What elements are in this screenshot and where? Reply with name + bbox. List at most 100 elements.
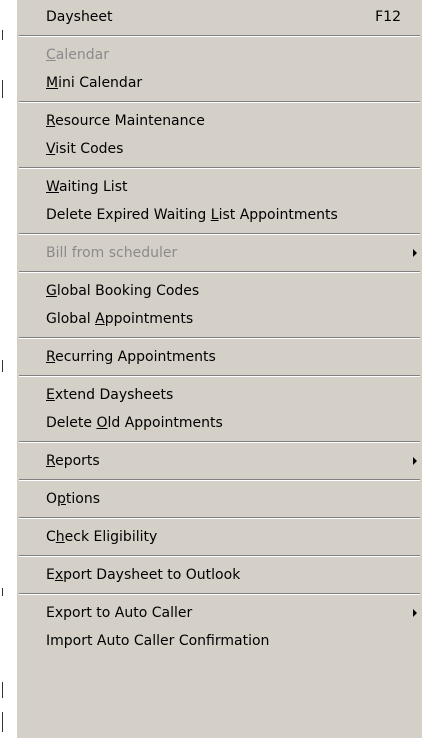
label-text: ecurring Appointments <box>55 349 216 365</box>
menu-item-extend-daysheets[interactable]: Extend Daysheets <box>17 381 422 409</box>
menu-item-label: Bill from scheduler <box>46 245 177 261</box>
label-text: eports <box>55 453 100 469</box>
label-text: esource Maintenance <box>55 113 205 129</box>
label-text: Export to Auto Caller <box>46 605 193 621</box>
menu-item-mini-calendar[interactable]: Mini Calendar <box>17 69 422 97</box>
submenu-arrow-icon <box>413 609 417 617</box>
menu-separator <box>17 267 422 277</box>
menu-item-waiting-list[interactable]: Waiting List <box>17 173 422 201</box>
menu-item-label: Recurring Appointments <box>46 349 216 365</box>
menu-item-label: Export Daysheet to Outlook <box>46 567 240 583</box>
edge-mark <box>2 80 3 98</box>
label-text: alendar <box>55 47 109 63</box>
menu-item-label: Visit Codes <box>46 141 123 157</box>
edge-mark <box>2 712 3 732</box>
edge-mark <box>2 30 3 40</box>
access-key: C <box>46 47 56 63</box>
label-text: ist Appointments <box>218 207 338 223</box>
access-key: G <box>46 283 57 299</box>
access-key: L <box>210 207 219 223</box>
menu-item-visit-codes[interactable]: Visit Codes <box>17 135 422 163</box>
menu-item-label: Import Auto Caller Confirmation <box>46 633 269 649</box>
menu-item-label: Export to Auto Caller <box>46 605 192 621</box>
menu-separator <box>17 475 422 485</box>
label-text: ld Appointments <box>107 415 223 431</box>
access-key: W <box>46 179 59 195</box>
menu-item-export-daysheet-to-outlook[interactable]: Export Daysheet to Outlook <box>17 561 422 589</box>
menu-item-recurring-appointments[interactable]: Recurring Appointments <box>17 343 422 371</box>
access-key: O <box>96 415 108 431</box>
label-text: xtend Daysheets <box>54 387 174 403</box>
menu-separator <box>17 589 422 599</box>
submenu-arrow-icon <box>413 457 417 465</box>
menu-separator <box>17 437 422 447</box>
menu-item-global-appointments[interactable]: Global Appointments <box>17 305 422 333</box>
menu-separator <box>17 333 422 343</box>
label-text: ppointments <box>104 311 194 327</box>
label-text: lobal Booking Codes <box>56 283 200 299</box>
menu-item-label: Extend Daysheets <box>46 387 173 403</box>
context-menu: Daysheet F12 Calendar Mini Calendar Resource… <box>16 0 422 738</box>
label-text: O <box>46 491 58 507</box>
menu-item-daysheet[interactable]: Daysheet F12 <box>17 3 422 31</box>
menu-item-label: Waiting List <box>46 179 127 195</box>
menu-separator <box>17 97 422 107</box>
access-key: R <box>46 453 56 469</box>
label-text: Daysheet <box>46 9 113 25</box>
menu-item-label: Options <box>46 491 100 507</box>
edge-mark <box>2 588 3 596</box>
menu-item-label: Resource Maintenance <box>46 113 205 129</box>
access-key: R <box>46 113 56 129</box>
menu-item-label: Check Eligibility <box>46 529 157 545</box>
edge-mark <box>2 682 3 698</box>
label-text: Global <box>46 311 96 327</box>
label-text: E <box>46 567 55 583</box>
background-window-edge <box>0 0 16 738</box>
label-text: Bill from scheduler <box>46 245 178 261</box>
access-key: R <box>46 349 56 365</box>
menu-item-label: Global Booking Codes <box>46 283 199 299</box>
access-key: p <box>57 491 66 507</box>
menu-item-bill-from-scheduler: Bill from scheduler <box>17 239 422 267</box>
access-key: M <box>46 75 59 91</box>
menu-item-label: Reports <box>46 453 100 469</box>
label-text: Import Auto Caller Confirmation <box>46 633 270 649</box>
access-key: x <box>54 567 64 583</box>
edge-mark <box>2 360 3 372</box>
menu-item-label: Global Appointments <box>46 311 193 327</box>
menu-item-label: Delete Expired Waiting List Appointments <box>46 207 338 223</box>
shortcut-label: F12 <box>375 9 401 25</box>
submenu-arrow-icon <box>413 249 417 257</box>
menu-separator <box>17 551 422 561</box>
access-key: V <box>46 141 56 157</box>
label-text: aiting List <box>58 179 128 195</box>
menu-item-label: Daysheet <box>46 9 113 25</box>
menu-item-label: Mini Calendar <box>46 75 142 91</box>
access-key: h <box>55 529 65 545</box>
label-text: tions <box>65 491 101 507</box>
menu-item-calendar: Calendar <box>17 41 422 69</box>
menu-item-export-to-auto-caller[interactable]: Export to Auto Caller <box>17 599 422 627</box>
label-text: eck Eligibility <box>64 529 158 545</box>
menu-item-label: Delete Old Appointments <box>46 415 223 431</box>
menu-separator <box>17 229 422 239</box>
menu-item-label: Calendar <box>46 47 109 63</box>
menu-item-global-booking-codes[interactable]: Global Booking Codes <box>17 277 422 305</box>
label-text: port Daysheet to Outlook <box>63 567 241 583</box>
menu-item-options[interactable]: Options <box>17 485 422 513</box>
label-text: C <box>46 529 56 545</box>
menu-separator <box>17 513 422 523</box>
menu-separator <box>17 163 422 173</box>
label-text: isit Codes <box>55 141 124 157</box>
access-key: E <box>46 387 55 403</box>
menu-item-resource-maintenance[interactable]: Resource Maintenance <box>17 107 422 135</box>
menu-separator <box>17 31 422 41</box>
label-text: Delete Expired Waiting <box>46 207 211 223</box>
menu-item-reports[interactable]: Reports <box>17 447 422 475</box>
label-text: Delete <box>46 415 97 431</box>
menu-item-check-eligibility[interactable]: Check Eligibility <box>17 523 422 551</box>
menu-separator <box>17 371 422 381</box>
menu-item-delete-old-appointments[interactable]: Delete Old Appointments <box>17 409 422 437</box>
menu-item-delete-expired-waiting-list-appointments[interactable]: Delete Expired Waiting List Appointments <box>17 201 422 229</box>
menu-item-import-auto-caller-confirmation[interactable]: Import Auto Caller Confirmation <box>17 627 422 655</box>
